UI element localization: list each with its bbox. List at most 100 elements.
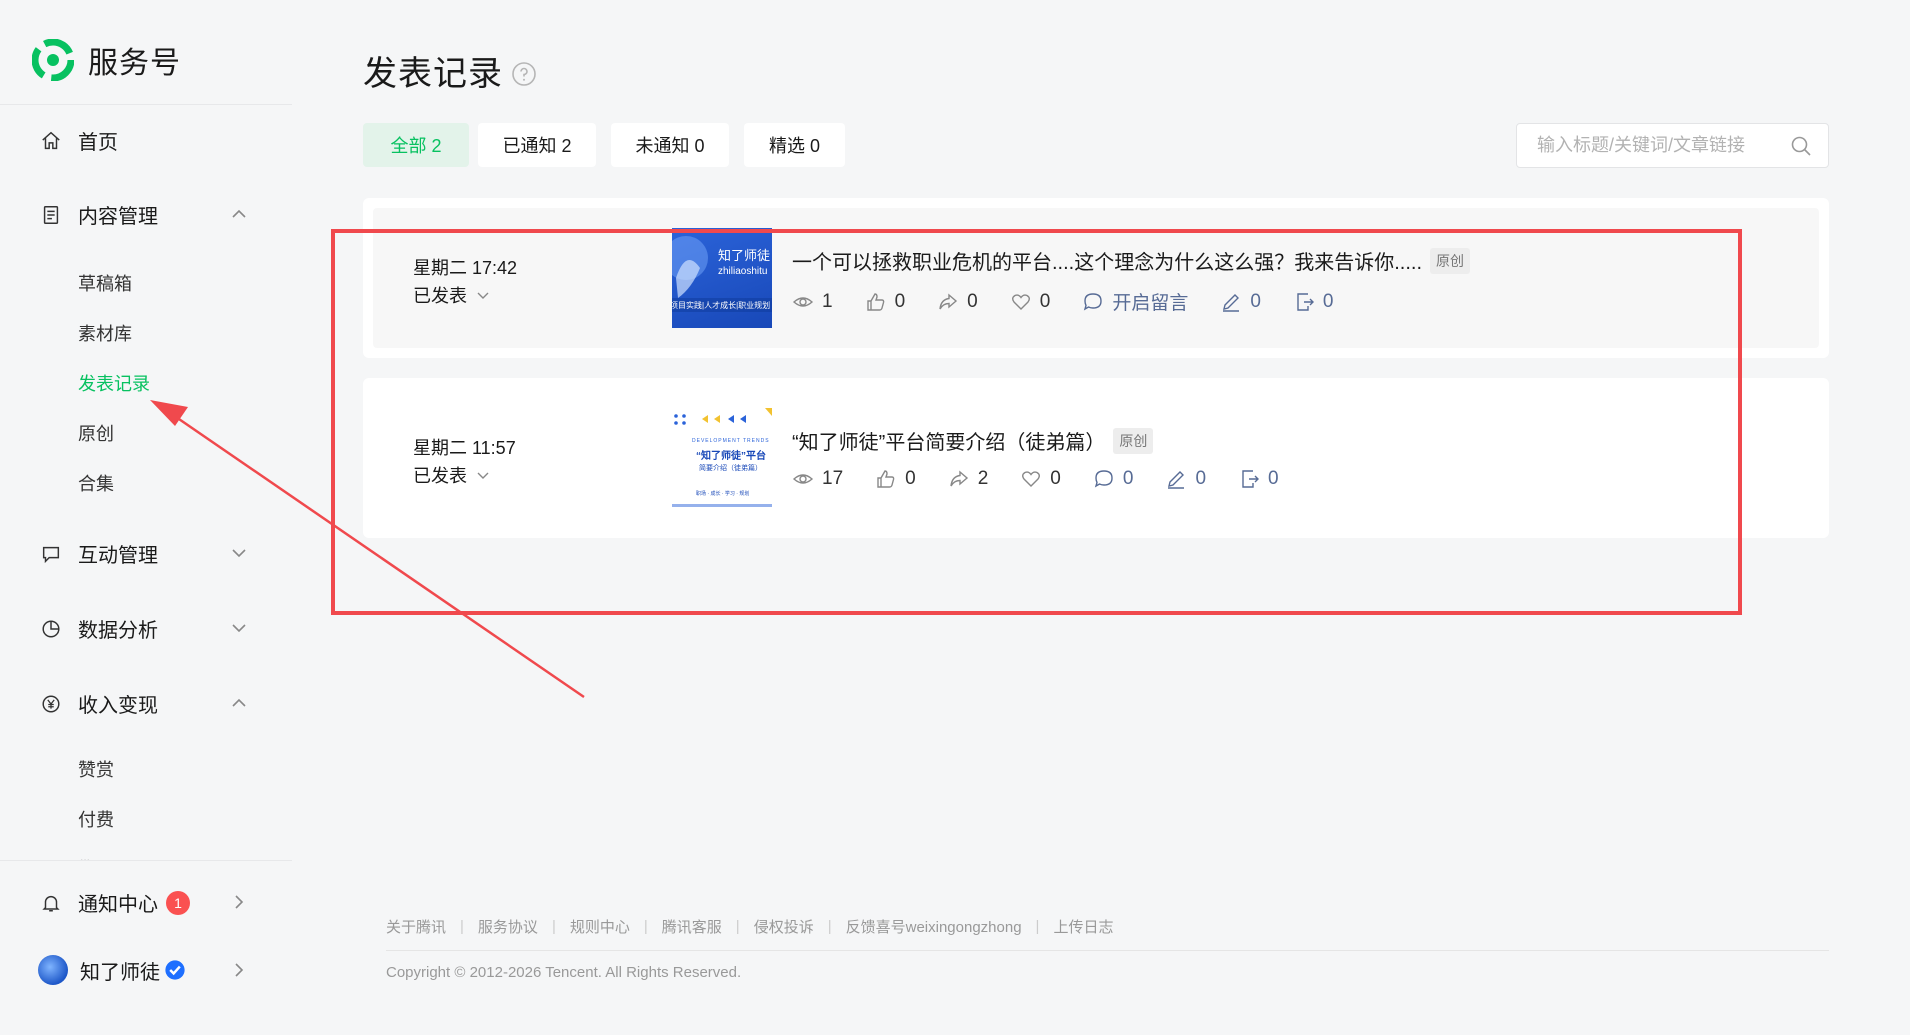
article-card[interactable]: 星期二 17:42 已发表 知了师徒 zhiliaoshitu 项目实践|人才成… [363,198,1829,358]
stat-comments[interactable]: 0 [1093,468,1133,490]
chevron-right-icon[interactable] [230,961,248,979]
stat-value: 0 [1195,468,1207,489]
thumbnail-caption: DEVELOPMENT TRENDS [692,438,770,444]
footer-link-rules[interactable]: 规则中心 [570,916,630,937]
sidebar-item-rewards[interactable]: 赞赏 [78,756,114,782]
original-tag: 原创 [1430,247,1471,274]
sidebar-item-label: 首页 [78,132,118,154]
article-card[interactable]: 星期二 11:57 已发表 DEVELOPMENT TRENDS “知了师徒”平… [363,378,1829,538]
sidebar-item-original[interactable]: 原创 [78,420,114,446]
pen-icon [1223,293,1240,312]
brand[interactable]: 服务号 [32,38,181,82]
home-icon [42,131,60,149]
article-thumbnail[interactable]: 知了师徒 zhiliaoshitu 项目实践|人才成长|职业规划 [672,228,772,328]
chevron-down-icon[interactable] [230,544,248,562]
verified-icon [165,960,185,980]
footer-link-support[interactable]: 腾讯客服 [662,916,722,937]
footer-separator: | [460,918,464,935]
sidebar-divider [0,860,292,861]
search-input[interactable] [1517,135,1790,156]
sidebar-item-publish-records[interactable]: 发表记录 [78,370,150,396]
stat-value: 0 [1322,290,1334,312]
stat-favorites: 0 [1020,468,1061,490]
footer-links: 关于腾讯 | 服务协议 | 规则中心 | 腾讯客服 | 侵权投诉 | 反馈喜号weixin… [386,916,1113,937]
stat-reads: 1 [792,291,833,313]
sidebar-item-materials[interactable]: 素材库 [78,320,132,346]
sidebar-item-analytics[interactable]: 数据分析 [40,614,158,643]
thumbs-up-icon [877,470,895,488]
brand-name: 服务号 [88,47,181,80]
footer-divider [386,950,1829,951]
article-stats: 1 0 0 0 开启留言 0 0 [792,288,1365,315]
footer-link-terms[interactable]: 服务协议 [478,916,538,937]
sidebar-item-collections[interactable]: 合集 [78,470,114,496]
footer-link-feedback[interactable]: 反馈喜号weixingongzhong [846,916,1022,937]
enable-comments-button[interactable]: 开启留言 [1082,288,1188,315]
thumbnail-title: 知了师徒 [718,248,771,263]
eye-icon [792,474,814,484]
footer-link-complaint[interactable]: 侵权投诉 [754,916,814,937]
chevron-up-icon[interactable] [230,694,248,712]
sidebar-item-drafts[interactable]: 草稿箱 [78,270,132,296]
share-icon [939,292,958,309]
stat-value: 0 [1050,468,1061,489]
sidebar-item-paid[interactable]: 付费 [78,806,114,832]
sidebar-more-indicator: ... [80,850,91,864]
sidebar-item-label: 收入变现 [78,695,158,717]
share-icon [950,470,968,487]
publish-status[interactable]: 已发表 [413,462,491,488]
publish-status[interactable]: 已发表 [413,282,491,308]
service-account-logo-icon [32,39,74,81]
stat-likes: 0 [875,468,916,490]
page-title-text: 发表记录 [363,55,503,93]
help-icon[interactable] [511,61,537,87]
stat-shares: 0 [937,291,978,313]
footer-separator: | [551,918,556,935]
sidebar-item-label: 互动管理 [78,545,158,567]
thumbnail-art [672,236,772,312]
chevron-up-icon[interactable] [230,205,248,223]
tab-not-notified[interactable]: 未通知 0 [611,123,729,167]
comment-icon [1084,292,1103,310]
article-title-text: 一个可以拯救职业危机的平台....这个理念为什么这么强？我来告诉你..... [792,252,1423,274]
sidebar-item-interaction[interactable]: 互动管理 [40,539,158,568]
sidebar-item-label: 内容管理 [78,206,158,228]
footer-separator: | [643,918,648,935]
tab-all[interactable]: 全部 2 [363,123,469,167]
account-name: 知了师徒 [80,961,160,984]
pen-icon [1168,471,1185,489]
footer-link-upload-log[interactable]: 上传日志 [1053,916,1113,937]
repost-icon [1297,292,1314,311]
stat-shares: 2 [948,468,988,490]
tab-featured[interactable]: 精选 0 [744,123,845,167]
article-card-highlight [373,208,1819,348]
tab-notified[interactable]: 已通知 2 [478,123,596,167]
stat-edits[interactable]: 0 [1220,291,1261,313]
footer-link-about[interactable]: 关于腾讯 [386,916,446,937]
article-title[interactable]: “知了师徒”平台简要介绍（徒弟篇） 原创 [792,426,1154,455]
chevron-down-icon[interactable] [230,619,248,637]
sidebar-item-monetization[interactable]: 收入变现 [40,689,158,718]
search-box [1516,123,1829,168]
stat-reposts[interactable]: 0 [1293,290,1334,313]
stat-edits[interactable]: 0 [1165,468,1206,490]
chevron-right-icon[interactable] [230,893,248,911]
sidebar-item-account[interactable]: 知了师徒 [38,955,186,985]
yen-icon [42,694,60,713]
sidebar-item-notifications[interactable]: 通知中心 1 [40,888,190,917]
stat-value: 0 [1039,290,1051,312]
comment-icon [1094,470,1113,488]
stat-value: 0 [1250,290,1261,312]
sidebar-item-home[interactable]: 首页 [40,126,118,155]
bell-icon [42,895,60,912]
article-title[interactable]: 一个可以拯救职业危机的平台....这个理念为什么这么强？我来告诉你..... 原… [792,246,1471,275]
article-title-text: “知了师徒”平台简要介绍（徒弟篇） [792,432,1106,454]
search-icon[interactable] [1790,135,1812,157]
stat-value: 0 [967,290,978,312]
article-thumbnail[interactable]: DEVELOPMENT TRENDS “知了师徒”平台 简要介绍（徒弟篇） 职场… [672,408,772,508]
sidebar-item-content[interactable]: 内容管理 [40,200,158,229]
pie-chart-icon [42,619,60,638]
copyright: Copyright © 2012-2026 Tencent. All Right… [386,964,742,981]
stat-reposts[interactable]: 0 [1238,468,1279,490]
document-icon [43,205,59,224]
